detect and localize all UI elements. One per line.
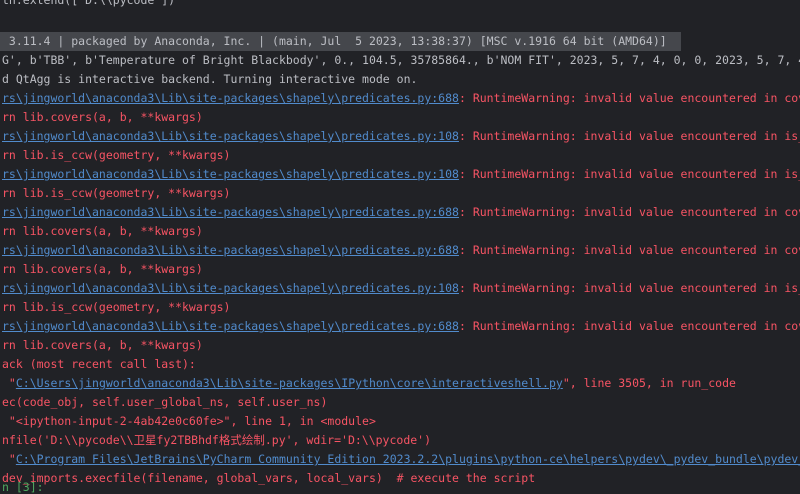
file-link[interactable]: rs\jingworld\anaconda3\Lib\site-packages… xyxy=(2,319,459,333)
console-text: ec(code_obj, self.user_global_ns, self.u… xyxy=(2,395,327,409)
console-text: ack (most recent call last): xyxy=(2,357,196,371)
console-line-traceback-file: "C:\Users\jingworld\anaconda3\Lib\site-p… xyxy=(2,374,800,393)
console-text: dev_imports.execfile(filename, global_va… xyxy=(2,471,535,485)
console-line-warning-source: rn lib.covers(a, b, **kwargs) xyxy=(2,108,800,127)
console-text: rn lib.is_ccw(geometry, **kwargs) xyxy=(2,186,230,200)
console-line-warning-source: rn lib.covers(a, b, **kwargs) xyxy=(2,336,800,355)
console-line-traceback-source: nfile('D:\\pycode\\卫星fy2TBBhdf格式绘制.py', … xyxy=(2,431,800,450)
console-text: : RuntimeWarning: invalid value encounte… xyxy=(459,281,800,295)
console-text: ", line 3505, in run_code xyxy=(563,376,736,390)
file-link[interactable]: rs\jingworld\anaconda3\Lib\site-packages… xyxy=(2,91,459,105)
console-line-warning-source: rn lib.is_ccw(geometry, **kwargs) xyxy=(2,146,800,165)
console-line-backend: d QtAgg is interactive backend. Turning … xyxy=(2,70,800,89)
console-text: : RuntimeWarning: invalid value encounte… xyxy=(459,243,800,257)
console-line-traceback-source: ec(code_obj, self.user_global_ns, self.u… xyxy=(2,393,800,412)
console-line-warning-source: rn lib.covers(a, b, **kwargs) xyxy=(2,260,800,279)
console-text: 3.11.4 | packaged by Anaconda, Inc. | (m… xyxy=(2,34,667,48)
console-line-warning: rs\jingworld\anaconda3\Lib\site-packages… xyxy=(2,165,800,184)
file-link[interactable]: C:\Program Files\JetBrains\PyCharm Commu… xyxy=(16,452,800,466)
console-line-warning-source: rn lib.covers(a, b, **kwargs) xyxy=(2,222,800,241)
console-text: : RuntimeWarning: invalid value encounte… xyxy=(459,91,800,105)
console-line-warning: rs\jingworld\anaconda3\Lib\site-packages… xyxy=(2,317,800,336)
console-text: : RuntimeWarning: invalid value encounte… xyxy=(459,129,800,143)
console-text: rn lib.covers(a, b, **kwargs) xyxy=(2,224,203,238)
console-text: " xyxy=(2,376,16,390)
console-lines: th.extend(['D:\\pycode']) 3.11.4 | packa… xyxy=(2,0,800,494)
console-text: rn lib.covers(a, b, **kwargs) xyxy=(2,262,203,276)
console-line-hdf-output: G', b'TBB', b'Temperature of Bright Blac… xyxy=(2,51,800,70)
console-line-warning: rs\jingworld\anaconda3\Lib\site-packages… xyxy=(2,203,800,222)
file-link[interactable]: rs\jingworld\anaconda3\Lib\site-packages… xyxy=(2,281,459,295)
python-console-output[interactable]: th.extend(['D:\\pycode']) 3.11.4 | packa… xyxy=(0,0,800,494)
console-line-warning: rs\jingworld\anaconda3\Lib\site-packages… xyxy=(2,89,800,108)
console-text: : RuntimeWarning: invalid value encounte… xyxy=(459,167,800,181)
console-line-warning-source: rn lib.is_ccw(geometry, **kwargs) xyxy=(2,298,800,317)
console-text: G', b'TBB', b'Temperature of Bright Blac… xyxy=(2,53,800,67)
file-link[interactable]: rs\jingworld\anaconda3\Lib\site-packages… xyxy=(2,205,459,219)
console-line-warning-source: rn lib.is_ccw(geometry, **kwargs) xyxy=(2,184,800,203)
console-text: rn lib.is_ccw(geometry, **kwargs) xyxy=(2,300,230,314)
file-link[interactable]: rs\jingworld\anaconda3\Lib\site-packages… xyxy=(2,167,459,181)
console-line-warning: rs\jingworld\anaconda3\Lib\site-packages… xyxy=(2,127,800,146)
console-line-blank xyxy=(2,10,800,32)
console-text: rn lib.covers(a, b, **kwargs) xyxy=(2,110,203,124)
console-text: : RuntimeWarning: invalid value encounte… xyxy=(459,319,800,333)
console-line-traceback-header: ack (most recent call last): xyxy=(2,355,800,374)
file-link[interactable]: C:\Users\jingworld\anaconda3\Lib\site-pa… xyxy=(16,376,563,390)
file-link[interactable]: rs\jingworld\anaconda3\Lib\site-packages… xyxy=(2,243,459,257)
console-text: d QtAgg is interactive backend. Turning … xyxy=(2,72,417,86)
console-text: : RuntimeWarning: invalid value encounte… xyxy=(459,205,800,219)
console-line-echo: th.extend(['D:\\pycode']) xyxy=(2,0,800,10)
selected-line-highlight: 3.11.4 | packaged by Anaconda, Inc. | (m… xyxy=(0,32,681,51)
console-text: " xyxy=(2,452,16,466)
console-text: rn lib.covers(a, b, **kwargs) xyxy=(2,338,203,352)
console-text: n [3]: xyxy=(2,480,44,494)
console-line-python-version: 3.11.4 | packaged by Anaconda, Inc. | (m… xyxy=(2,32,800,51)
console-line-warning: rs\jingworld\anaconda3\Lib\site-packages… xyxy=(2,279,800,298)
console-text: nfile('D:\\pycode\\卫星fy2TBBhdf格式绘制.py', … xyxy=(2,433,431,447)
console-line-traceback-file: "C:\Program Files\JetBrains\PyCharm Comm… xyxy=(2,450,800,469)
console-line-traceback-file: "<ipython-input-2-4ab42e0c60fe>", line 1… xyxy=(2,412,800,431)
console-text: "<ipython-input-2-4ab42e0c60fe>", line 1… xyxy=(2,414,376,428)
console-text: rn lib.is_ccw(geometry, **kwargs) xyxy=(2,148,230,162)
file-link[interactable]: rs\jingworld\anaconda3\Lib\site-packages… xyxy=(2,129,459,143)
console-line-warning: rs\jingworld\anaconda3\Lib\site-packages… xyxy=(2,241,800,260)
console-text: th.extend(['D:\\pycode']) xyxy=(2,0,175,7)
